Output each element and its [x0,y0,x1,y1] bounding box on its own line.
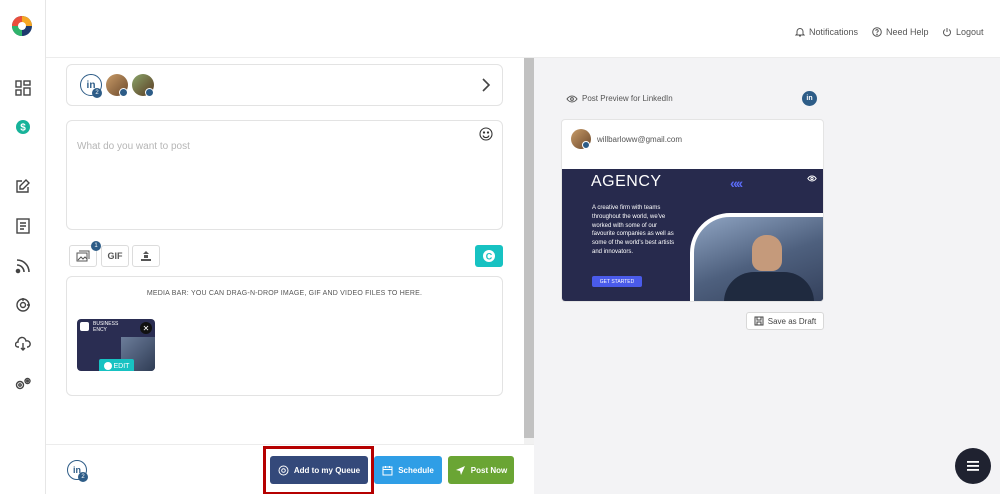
sidebar: $ [0,0,46,494]
linkedin-badge-icon [582,141,590,149]
account-count-badge: 2 [78,472,88,482]
preview-image: AGENCY «‹‹ A creative firm with teams th… [562,169,823,301]
post-now-button[interactable]: Post Now [448,456,514,484]
upload-icon [141,251,151,261]
ad-cta-button: GET STARTED [592,276,642,287]
upload-button[interactable] [132,245,160,267]
settings-icon[interactable] [14,375,32,393]
calendar-icon [382,465,393,475]
power-icon [943,28,951,37]
image-icon [76,250,90,262]
emoji-icon[interactable] [479,127,493,141]
media-thumbnail[interactable]: BUSINESS ENCY ✕ EDIT [77,319,155,371]
canva-icon: C [483,250,495,262]
bell-icon [795,28,805,37]
post-preview-card: willbarloww@gmail.com AGENCY «‹‹ A creat… [561,119,824,302]
post-composer[interactable]: What do you want to post [66,120,503,230]
queue-label: Add to my Queue [293,465,361,475]
save-icon [754,316,764,326]
gif-button[interactable]: GIF [101,245,129,267]
ad-arrows-icon: «‹‹ [730,175,743,191]
edit-label: EDIT [113,362,130,370]
hamburger-icon [967,461,979,471]
eye-icon [566,94,578,103]
schedule-label: Schedule [398,465,434,475]
image-count-badge: 1 [91,241,101,251]
queue-icon[interactable] [14,296,32,314]
app-logo[interactable] [11,15,33,37]
add-to-queue-button[interactable]: Add to my Queue [270,456,368,484]
queue-icon [278,465,289,475]
logout-link[interactable]: Logout [942,27,984,37]
notifications-label: Notifications [809,27,859,37]
send-icon [455,465,465,475]
thumbnail-text: BUSINESS ENCY [93,321,119,333]
preview-title: Post Preview for LinkedIn [566,94,673,103]
app: $ Notifications Need Help Logout in 2 Wh… [0,0,1000,494]
chevron-right-icon[interactable] [481,78,491,92]
scrollbar-thumb[interactable] [524,58,534,438]
linkedin-badge-icon [145,88,154,97]
cloud-download-icon[interactable] [14,335,32,353]
account-count-badge: 2 [92,88,102,98]
help-icon [872,27,882,37]
billing-icon[interactable]: $ [14,118,32,136]
composer-panel: in 2 What do you want to post 1 GIF C ME… [46,58,524,444]
post-now-label: Post Now [470,465,508,475]
logout-label: Logout [956,27,984,37]
ad-person-body [724,272,814,301]
canva-icon [103,362,112,370]
compose-icon[interactable] [14,177,32,195]
top-header: Notifications Need Help Logout [46,0,1000,58]
remove-media-icon[interactable]: ✕ [140,322,152,334]
schedule-button[interactable]: Schedule [374,456,442,484]
help-label: Need Help [886,27,929,37]
need-help-link[interactable]: Need Help [872,27,929,37]
save-as-draft-button[interactable]: Save as Draft [746,312,824,330]
ad-title: AGENCY [591,173,662,190]
rss-icon[interactable] [14,257,32,275]
linkedin-icon: in [802,91,817,106]
ad-person-head [752,235,782,271]
post-textarea[interactable]: What do you want to post [77,141,190,152]
posts-icon[interactable] [14,217,32,235]
preview-panel: Post Preview for LinkedIn in willbarloww… [534,58,1000,494]
canva-button[interactable]: C [475,245,503,267]
svg-text:C: C [486,252,493,262]
eye-icon [807,175,817,182]
ad-body: A creative firm with teams throughout th… [592,205,675,255]
ad-photo [690,213,823,301]
account-selector[interactable]: in 2 [66,64,503,106]
menu-button[interactable] [955,448,991,484]
linkedin-badge-icon [119,88,128,97]
preview-label: Post Preview for LinkedIn [582,94,673,103]
preview-email: willbarloww@gmail.com [597,135,683,144]
svg-text:$: $ [20,123,26,134]
notifications-link[interactable]: Notifications [795,27,858,37]
save-draft-label: Save as Draft [767,316,817,326]
media-bar[interactable]: MEDIA BAR: YOU CAN DRAG-N-DROP IMAGE, GI… [66,276,503,396]
action-bar: in 2 Add to my Queue Schedule Post Now [46,444,534,494]
image-type-icon [80,322,89,331]
dashboard-icon[interactable] [14,79,32,97]
edit-media-button[interactable]: EDIT [99,359,134,371]
media-hint: MEDIA BAR: YOU CAN DRAG-N-DROP IMAGE, GI… [146,290,423,297]
